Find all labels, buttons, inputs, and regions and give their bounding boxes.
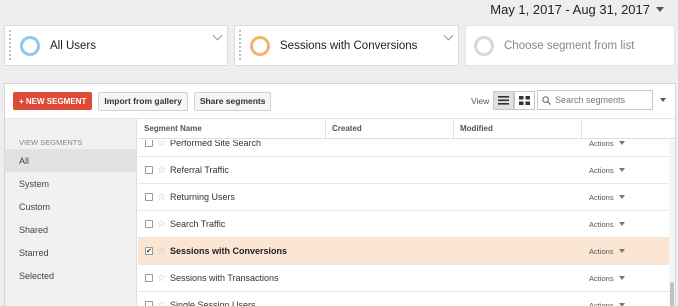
star-icon[interactable]: ☆ bbox=[157, 140, 166, 149]
table-row[interactable]: ☆ Sessions with Transactions Actions bbox=[138, 265, 669, 292]
row-checkbox[interactable] bbox=[145, 274, 153, 282]
actions-label: Actions bbox=[589, 219, 614, 229]
column-header-created[interactable]: Created bbox=[326, 119, 454, 138]
chevron-down-icon bbox=[656, 7, 664, 12]
segment-card-label: All Users bbox=[50, 39, 97, 52]
table-row[interactable]: ☆ Performed Site Search Actions bbox=[138, 140, 669, 157]
star-icon[interactable]: ☆ bbox=[157, 246, 166, 257]
sidebar-item-system[interactable]: System bbox=[5, 172, 136, 195]
chevron-down-icon bbox=[618, 249, 625, 253]
view-label: View bbox=[471, 96, 490, 106]
star-icon[interactable]: ☆ bbox=[157, 165, 166, 176]
segment-card-label: Choose segment from list bbox=[504, 39, 635, 52]
actions-label: Actions bbox=[589, 192, 614, 202]
scrollbar[interactable] bbox=[669, 140, 675, 306]
actions-label: Actions bbox=[589, 246, 614, 256]
date-range-picker[interactable]: May 1, 2017 - Aug 31, 2017 bbox=[490, 2, 664, 17]
row-checkbox[interactable] bbox=[145, 140, 153, 147]
segment-placeholder-ring-icon bbox=[474, 35, 494, 56]
actions-label: Actions bbox=[589, 273, 614, 283]
search-icon bbox=[542, 95, 551, 105]
date-range-text: May 1, 2017 - Aug 31, 2017 bbox=[490, 2, 650, 17]
segment-card-sessions-with-conversions[interactable]: Sessions with Conversions bbox=[234, 25, 459, 66]
segment-toolbar: + NEW SEGMENT Import from gallery Share … bbox=[5, 84, 675, 119]
chevron-down-icon bbox=[618, 141, 625, 145]
segment-color-ring-icon bbox=[20, 35, 40, 56]
chevron-down-icon bbox=[618, 276, 625, 280]
segment-list: ☆ Performed Site Search Actions ☆ Referral T… bbox=[138, 140, 669, 306]
segment-card-choose[interactable]: Choose segment from list bbox=[465, 25, 675, 66]
row-checkbox[interactable] bbox=[145, 193, 153, 201]
segment-name: Sessions with Transactions bbox=[169, 273, 279, 283]
new-segment-button[interactable]: + NEW SEGMENT bbox=[13, 92, 93, 110]
sidebar: VIEW SEGMENTS All System Custom Shared S… bbox=[5, 119, 137, 306]
table-row[interactable]: ☆ Search Traffic Actions bbox=[138, 211, 669, 238]
actions-dropdown[interactable]: Actions bbox=[589, 220, 625, 229]
row-checkbox[interactable] bbox=[145, 166, 153, 174]
segment-name: Performed Site Search bbox=[169, 140, 262, 148]
star-icon[interactable]: ☆ bbox=[157, 219, 166, 230]
sidebar-item-starred[interactable]: Starred bbox=[5, 241, 136, 264]
table-row[interactable]: ☆ Single Session Users Actions bbox=[138, 292, 669, 306]
drag-handle[interactable] bbox=[8, 29, 12, 62]
actions-dropdown[interactable]: Actions bbox=[589, 166, 625, 175]
column-header-segment-name[interactable]: Segment Name bbox=[138, 119, 326, 138]
sidebar-heading: VIEW SEGMENTS bbox=[19, 138, 83, 147]
actions-dropdown[interactable]: Actions bbox=[589, 274, 625, 283]
chevron-down-icon bbox=[618, 195, 625, 199]
actions-dropdown[interactable]: Actions bbox=[589, 301, 625, 306]
table-row[interactable]: ☆ Referral Traffic Actions bbox=[138, 157, 669, 184]
segment-card-label: Sessions with Conversions bbox=[280, 39, 418, 52]
row-checkbox[interactable]: ✔ bbox=[145, 247, 153, 255]
actions-dropdown[interactable]: Actions bbox=[589, 140, 625, 148]
list-view-button[interactable] bbox=[493, 91, 514, 110]
actions-label: Actions bbox=[589, 140, 614, 148]
segment-name: Referral Traffic bbox=[169, 165, 229, 175]
actions-label: Actions bbox=[589, 300, 614, 306]
grid-view-icon bbox=[519, 96, 530, 105]
sidebar-item-custom[interactable]: Custom bbox=[5, 195, 136, 218]
list-view-icon bbox=[498, 96, 509, 105]
share-segments-button[interactable]: Share segments bbox=[193, 91, 272, 111]
star-icon[interactable]: ☆ bbox=[157, 192, 166, 203]
star-icon[interactable]: ☆ bbox=[157, 300, 166, 306]
table-row[interactable]: ☆ Returning Users Actions bbox=[138, 184, 669, 211]
row-checkbox[interactable] bbox=[145, 301, 153, 306]
column-header-modified[interactable]: Modified bbox=[454, 119, 582, 138]
sidebar-item-all[interactable]: All bbox=[5, 149, 136, 172]
scrollbar-thumb[interactable] bbox=[670, 282, 674, 306]
import-from-gallery-button[interactable]: Import from gallery bbox=[98, 91, 188, 111]
column-header-actions bbox=[582, 119, 675, 138]
chevron-down-icon[interactable] bbox=[212, 30, 223, 41]
sidebar-item-shared[interactable]: Shared bbox=[5, 218, 136, 241]
table-row[interactable]: ✔ ☆ Sessions with Conversions Actions bbox=[138, 238, 669, 265]
segment-picker-panel: + NEW SEGMENT Import from gallery Share … bbox=[4, 83, 676, 306]
chevron-down-icon[interactable] bbox=[660, 98, 666, 102]
grid-view-button[interactable] bbox=[514, 91, 535, 110]
chevron-down-icon bbox=[618, 168, 625, 172]
row-checkbox[interactable] bbox=[145, 220, 153, 228]
segment-name: Returning Users bbox=[169, 192, 235, 202]
search-box[interactable] bbox=[537, 90, 653, 110]
sidebar-item-selected[interactable]: Selected bbox=[5, 264, 136, 287]
segment-color-ring-icon bbox=[250, 35, 270, 56]
actions-dropdown[interactable]: Actions bbox=[589, 247, 625, 256]
actions-label: Actions bbox=[589, 165, 614, 175]
chevron-down-icon[interactable] bbox=[443, 30, 454, 41]
table-header: Segment Name Created Modified bbox=[138, 119, 675, 139]
drag-handle[interactable] bbox=[238, 29, 242, 62]
segment-name: Sessions with Conversions bbox=[169, 246, 287, 256]
chevron-down-icon bbox=[618, 222, 625, 226]
segment-name: Search Traffic bbox=[169, 219, 226, 229]
actions-dropdown[interactable]: Actions bbox=[589, 193, 625, 202]
search-input[interactable] bbox=[555, 95, 645, 105]
segment-card-all-users[interactable]: All Users bbox=[4, 25, 228, 66]
star-icon[interactable]: ☆ bbox=[157, 273, 166, 284]
segment-name: Single Session Users bbox=[169, 300, 256, 306]
